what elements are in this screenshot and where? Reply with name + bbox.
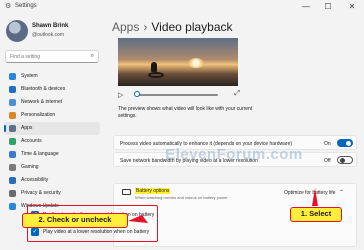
sidebar-item-label: System [21, 73, 38, 79]
battery-options-subtitle: When watching movies and videos on batte… [135, 195, 228, 200]
video-preview[interactable] [118, 38, 238, 86]
avatar[interactable] [6, 20, 28, 42]
seek-thumb[interactable] [134, 91, 140, 97]
sidebar-item-label: Accounts [21, 138, 42, 144]
video-controls: ▷ ⤢ [118, 90, 240, 100]
personalization-icon [9, 112, 16, 119]
update-icon [9, 203, 16, 210]
battery-dropdown-value: Optimize for battery life [284, 190, 336, 196]
sidebar-nav: System Bluetooth & devices Network & inter… [4, 70, 100, 213]
sidebar-item-label: Gaming [21, 164, 39, 170]
user-name: Shawn Brink [32, 23, 69, 29]
accounts-icon [9, 138, 16, 145]
watermark: ElevenForum.com [165, 146, 303, 163]
settings-window: ⚙ Settings — ☐ ✕ Shawn Brink @outlook.co… [0, 0, 364, 250]
sidebar-item-label: Accessibility [21, 177, 49, 183]
sidebar-item-gaming[interactable]: Gaming [4, 161, 100, 174]
sidebar-item-label: Time & language [21, 151, 59, 157]
battery-dropdown[interactable]: Optimize for battery life ⌃ [280, 188, 346, 198]
sidebar-item-accounts[interactable]: Accounts [4, 135, 100, 148]
breadcrumb-apps[interactable]: Apps [112, 20, 139, 34]
callout-select: 1. Select [290, 207, 342, 222]
seek-track[interactable] [136, 94, 218, 96]
apps-icon [9, 125, 16, 132]
sidebar-item-network-internet[interactable]: Network & internet [4, 96, 100, 109]
callout-check: 2. Check or uncheck [22, 213, 128, 228]
network-icon [9, 99, 16, 106]
sidebar-item-label: Apps [21, 125, 33, 131]
user-email: @outlook.com [32, 32, 65, 38]
sidebar-item-label: Network & internet [21, 99, 63, 105]
system-icon [9, 73, 16, 80]
cyclist-silhouette [148, 62, 164, 80]
fullscreen-icon[interactable]: ⤢ [234, 90, 240, 98]
minimize-button[interactable]: — [296, 1, 316, 13]
sidebar-item-time-language[interactable]: Time & language [4, 148, 100, 161]
sidebar-item-system[interactable]: System [4, 70, 100, 83]
accessibility-icon [9, 177, 16, 184]
sidebar-item-personalization[interactable]: Personalization [4, 109, 100, 122]
title-bar: ⚙ Settings — ☐ ✕ [0, 0, 364, 14]
sidebar-item-label: Bluetooth & devices [21, 86, 66, 92]
chevron-up-icon: ⌃ [338, 190, 344, 196]
breadcrumb: Apps › Video playback [112, 20, 233, 34]
search-placeholder: Find a setting [10, 54, 41, 60]
battery-options-title: Battery options [135, 188, 171, 194]
time-icon [9, 151, 16, 158]
sidebar-item-apps[interactable]: Apps [4, 122, 100, 135]
breadcrumb-separator: › [143, 20, 148, 34]
sidebar-item-label: Privacy & security [21, 190, 61, 196]
sidebar-item-privacy-security[interactable]: Privacy & security [4, 187, 100, 200]
maximize-button[interactable]: ☐ [318, 1, 338, 13]
preview-caption: The preview shows what video will look l… [118, 106, 253, 119]
lower-resolution-checkbox[interactable]: ✓ [31, 228, 39, 236]
lower-resolution-label: Play video at a lower resolution when on… [43, 229, 150, 235]
close-button[interactable]: ✕ [342, 1, 362, 13]
sidebar-item-label: Personalization [21, 112, 56, 118]
window-title: Settings [15, 3, 37, 9]
search-input[interactable]: Find a setting ⌕ [5, 50, 99, 63]
gaming-icon [9, 164, 16, 171]
page-title: Video playback [151, 20, 233, 34]
bluetooth-icon [9, 86, 16, 93]
sidebar-item-accessibility[interactable]: Accessibility [4, 174, 100, 187]
search-icon[interactable]: ⌕ [91, 53, 94, 60]
toggle-knob [346, 140, 351, 146]
play-icon[interactable]: ▷ [118, 91, 123, 99]
sunset-sun [188, 58, 204, 68]
battery-icon [122, 189, 131, 195]
privacy-icon [9, 190, 16, 197]
settings-app-icon: ⚙ [5, 3, 12, 10]
sidebar-item-bluetooth-devices[interactable]: Bluetooth & devices [4, 83, 100, 96]
